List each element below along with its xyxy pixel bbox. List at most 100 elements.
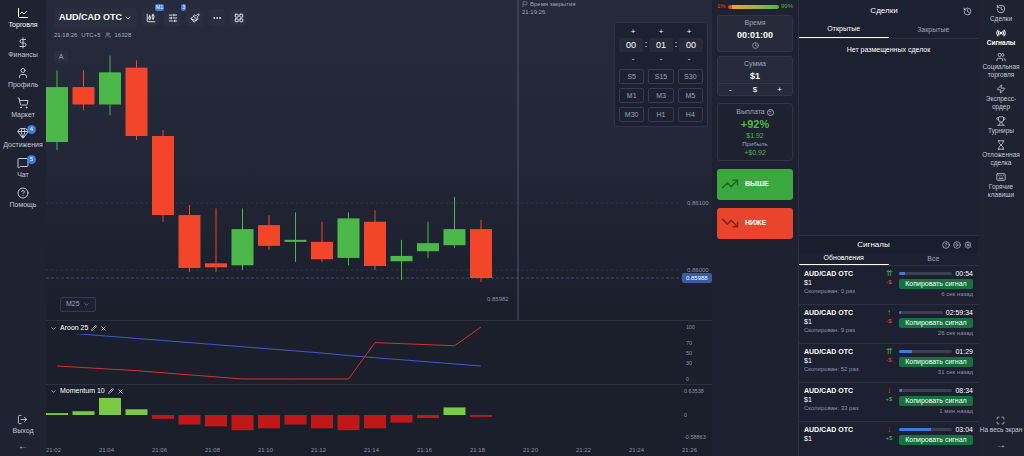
help-icon[interactable] — [942, 241, 950, 249]
decrement-button[interactable]: - — [647, 54, 675, 63]
candlestick-icon — [146, 13, 156, 23]
copy-signal-button[interactable]: Копировать сигнал — [899, 396, 973, 406]
toolbar-button[interactable]: 3 — [164, 9, 181, 26]
sidebar-item[interactable]: Профиль — [0, 63, 46, 93]
amount-field[interactable]: Сумма$1-$+ — [717, 56, 793, 96]
edit-icon[interactable] — [108, 388, 114, 394]
amount-button[interactable]: - — [718, 84, 743, 95]
copy-signal-button[interactable]: Копировать сигнал — [899, 318, 973, 328]
preset-button[interactable]: H1 — [648, 107, 673, 122]
sidebar-item[interactable]: Горячие клавиши — [978, 172, 1024, 199]
signal-progress — [899, 350, 952, 353]
draw-button[interactable] — [186, 9, 203, 26]
preset-button[interactable]: M30 — [619, 107, 644, 122]
preset-button[interactable]: S15 — [648, 69, 673, 84]
candle — [152, 130, 174, 222]
collapse-icon[interactable] — [50, 388, 57, 395]
momentum-bar — [232, 415, 254, 430]
momentum-bar — [391, 415, 413, 423]
candle — [285, 212, 307, 262]
sidebar-item[interactable]: Социальная торговля — [978, 52, 1024, 79]
preset-button[interactable]: S5 — [619, 69, 644, 84]
sidebar-item[interactable]: Чат5 — [0, 153, 46, 183]
toolbar-button[interactable]: M1 — [142, 9, 159, 26]
gear-icon[interactable] — [964, 241, 972, 249]
svg-text:0: 0 — [686, 376, 689, 382]
increment-button[interactable]: + — [675, 27, 703, 36]
svg-text:0.86100: 0.86100 — [687, 200, 709, 206]
signal-progress — [899, 428, 952, 431]
candle — [417, 222, 439, 258]
tab[interactable]: Закрытые — [889, 22, 979, 38]
asset-selector[interactable]: AUD/CAD OTC — [54, 8, 137, 28]
sidebar-item[interactable]: Экспресс-ордер — [978, 84, 1024, 111]
candle — [311, 222, 333, 262]
fullscreen-button[interactable]: На весь экран — [980, 416, 1023, 434]
preset-button[interactable]: M5 — [678, 88, 703, 103]
collapse-button[interactable]: ← — [18, 441, 28, 451]
close-icon[interactable] — [100, 325, 107, 332]
price-chart[interactable]: 0.861000.860000.859820.85988AUD/CAD OTCM… — [46, 0, 712, 320]
sidebar-item-icon — [996, 116, 1006, 126]
momentum-bar — [470, 415, 492, 417]
candle — [444, 197, 466, 248]
amount-button[interactable]: + — [767, 84, 792, 95]
auto-scale-button[interactable]: A — [54, 51, 68, 63]
copy-signal-button[interactable]: Копировать сигнал — [899, 435, 973, 445]
signal-row: AUD/CAD OTC$1Скопирован: 0 раз⇈-$00:54Ко… — [799, 266, 978, 305]
right-panel: СделкиОткрытыеЗакрытыеНет размещенных сд… — [798, 0, 978, 456]
tab[interactable]: Все — [889, 253, 979, 265]
sidebar-item-icon — [17, 187, 29, 199]
momentum-bar — [417, 415, 439, 418]
edit-icon[interactable] — [91, 325, 97, 331]
time-picker: +++00:01:00---S5S15S30M1M3M5M30H1H4 — [614, 22, 708, 127]
increment-button[interactable]: + — [619, 27, 647, 36]
decrement-button[interactable]: - — [675, 54, 703, 63]
tab[interactable]: Обновления — [799, 253, 889, 265]
time-value-field[interactable]: 00 — [679, 38, 703, 52]
time-field[interactable]: Время00:01:00 — [717, 15, 793, 52]
expand-button[interactable]: → — [996, 440, 1006, 450]
more-button[interactable] — [208, 9, 225, 26]
help-button[interactable]: ? — [767, 109, 774, 116]
time-value-field[interactable]: 01 — [649, 38, 673, 52]
lower-button[interactable]: НИЖЕ — [717, 208, 793, 239]
svg-text:0.86000: 0.86000 — [687, 267, 709, 273]
play-icon[interactable] — [953, 241, 961, 249]
clock-icon — [752, 42, 759, 49]
sidebar-item[interactable]: Торговля — [0, 3, 46, 33]
sidebar-item[interactable]: Сделки — [978, 4, 1024, 23]
preset-button[interactable]: M1 — [619, 88, 644, 103]
sidebar-item[interactable]: Финансы — [0, 33, 46, 63]
copy-signal-button[interactable]: Копировать сигнал — [899, 279, 973, 289]
indicator-header: Momentum 10 — [50, 386, 124, 397]
history-icon[interactable] — [963, 7, 972, 16]
amount-button[interactable]: $ — [743, 84, 768, 95]
timezone: UTC+5 — [81, 31, 100, 40]
sidebar-item[interactable]: Достижения4 — [0, 123, 46, 153]
right-sidebar: Сделки Сигналы Социальная торговля Экспресс… — [978, 0, 1024, 456]
collapse-icon[interactable] — [50, 325, 57, 332]
layout-button[interactable] — [230, 9, 247, 26]
candle — [391, 240, 413, 280]
preset-button[interactable]: H4 — [678, 107, 703, 122]
close-time-label: Время закрытия21:19:26 — [522, 0, 575, 16]
copy-signal-button[interactable]: Копировать сигнал — [899, 357, 973, 367]
sidebar-item[interactable]: Сигналы — [978, 28, 1024, 47]
direction-arrow: ⇈ — [886, 347, 893, 356]
close-icon[interactable] — [117, 388, 124, 395]
exit-button[interactable]: Выход — [13, 414, 34, 435]
time-value-field[interactable]: 00 — [619, 38, 643, 52]
sidebar-item[interactable]: Отложенная сделка — [978, 140, 1024, 167]
preset-button[interactable]: S30 — [678, 69, 703, 84]
higher-button[interactable]: ВЫШЕ — [717, 169, 793, 200]
sidebar-item[interactable]: Маркет — [0, 93, 46, 123]
timeframe-selector[interactable]: M25 — [60, 297, 96, 312]
sentiment-meter: 1%99% — [717, 2, 793, 11]
decrement-button[interactable]: - — [619, 54, 647, 63]
sidebar-item[interactable]: Помощь — [0, 183, 46, 213]
tab[interactable]: Открытые — [799, 22, 889, 38]
sidebar-item[interactable]: Турниры — [978, 116, 1024, 135]
preset-button[interactable]: M3 — [648, 88, 673, 103]
increment-button[interactable]: + — [647, 27, 675, 36]
